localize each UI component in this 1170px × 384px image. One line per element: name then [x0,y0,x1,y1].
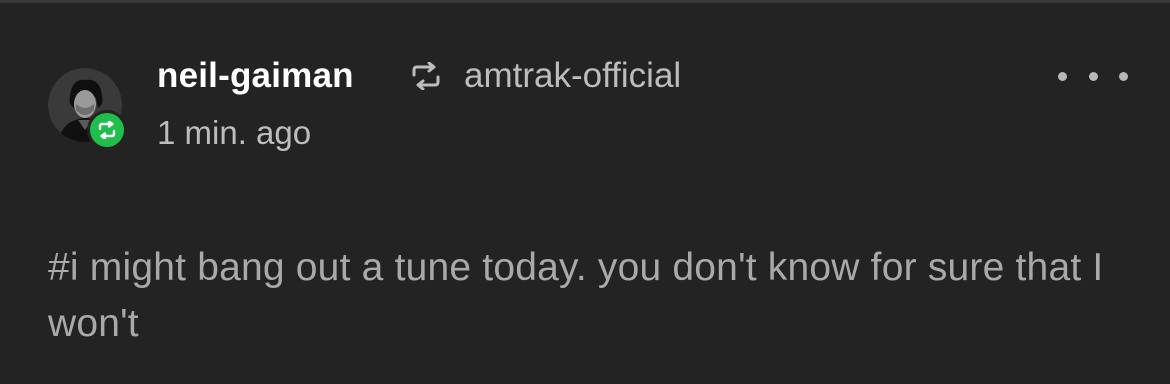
more-options-icon [1088,71,1098,81]
more-options-button[interactable] [1058,64,1128,88]
reblogged-from-username[interactable]: amtrak-official [464,55,681,97]
more-options-icon [1119,71,1128,81]
post-tags[interactable]: #i might bang out a tune today. you don'… [48,240,1128,352]
reblog-icon [410,61,442,91]
author-username[interactable]: neil-gaiman [157,55,354,97]
post-header: neil-gaiman amtrak-official 1 min. ago [0,0,1170,180]
reblog-badge-icon [90,113,124,147]
reblog-badge [87,110,127,150]
post-timestamp[interactable]: 1 min. ago [157,113,311,153]
more-options-icon [1058,71,1067,81]
